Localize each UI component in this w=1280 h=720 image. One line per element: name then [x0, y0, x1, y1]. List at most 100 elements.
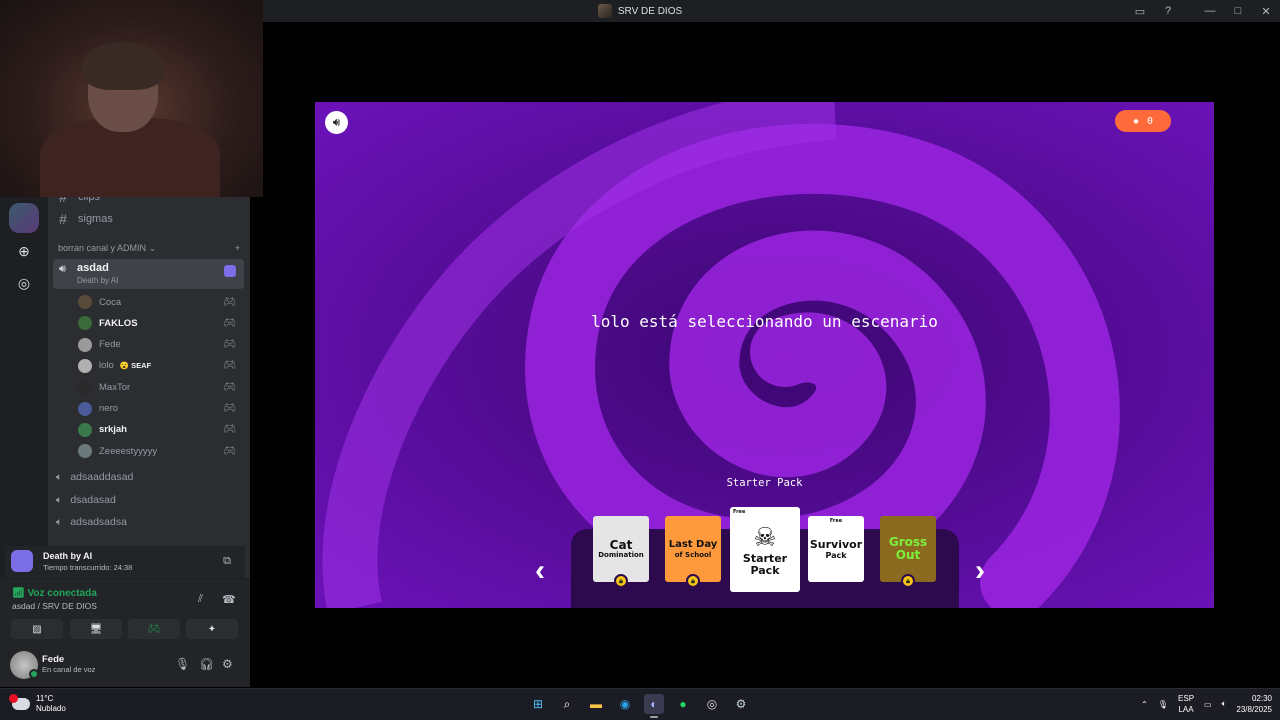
noise-suppression-icon[interactable]: ⫽ [198, 593, 203, 606]
microphone-icon[interactable]: 🎙︎ [1158, 700, 1168, 709]
edge-icon[interactable]: ◉ [615, 694, 635, 714]
voice-status-text: Voz conectada [27, 588, 97, 599]
pack-card-survivor-pack[interactable]: Free Survivor Pack [808, 516, 864, 582]
voice-location: asdad / SRV DE DIOS [12, 601, 97, 611]
channel-label: sigmas [78, 213, 113, 225]
gamepad-icon: 🎮︎ [223, 445, 236, 457]
gamepad-icon: 🎮︎ [223, 317, 236, 329]
sound-toggle-button[interactable]: 🔊︎ [325, 111, 348, 134]
skull-icon: ☠ [753, 522, 777, 553]
gamepad-icon: 🎮︎ [223, 360, 236, 372]
avatar [78, 316, 92, 331]
speaker-icon: 🔈︎ [56, 493, 63, 506]
channel-sigmas[interactable]: # sigmas [56, 209, 113, 229]
game-viewport: 🔊︎ ✹ 0 lolo está seleccionando un escena… [315, 102, 1214, 608]
voice-channel[interactable]: 🔈︎ adsadsadsa [56, 512, 127, 532]
chevron-right-icon[interactable]: › [975, 554, 985, 588]
popout-icon[interactable]: ⧉ [223, 555, 231, 568]
card-title: Last Day [668, 538, 718, 550]
voice-channel[interactable]: 🔈︎ adsaaddasad [56, 467, 133, 487]
window-controls: ▭ ? — □ ✕ [1126, 0, 1280, 22]
pack-card-starter-pack[interactable]: Free ☠ Starter Pack [730, 507, 800, 592]
language-indicator[interactable]: ESP LAA [1178, 693, 1194, 715]
chevron-down-icon: ⌄ [148, 243, 157, 253]
speaker-icon: 🔊︎ [59, 263, 66, 275]
gamepad-icon: 🎮︎ [223, 381, 236, 393]
voice-member[interactable]: MaxTor 🎮︎ [78, 377, 240, 397]
discord-icon[interactable]: ◐ [644, 694, 664, 718]
maximize-button[interactable]: □ [1224, 0, 1252, 22]
signal-icon: 📶︎ [12, 588, 25, 599]
volume-icon[interactable]: 🔈︎ [1222, 699, 1227, 709]
category-header[interactable]: borran canal y ADMIN ⌄ + [58, 243, 240, 254]
member-name: MaxTor [99, 381, 131, 393]
screen-share-button[interactable]: 🖥︎ [70, 619, 122, 639]
emoji-icon: 😮 [119, 361, 130, 371]
headphones-icon[interactable]: 🎧︎ [199, 657, 214, 671]
counter-value: 0 [1147, 115, 1154, 127]
user-name[interactable]: Fede [42, 654, 64, 665]
microphone-icon[interactable]: 🎙︎ [175, 657, 190, 671]
pack-card-cat-domination[interactable]: Cat Domination 🔒︎ [593, 516, 649, 588]
voice-member[interactable]: lolo 😮 SEAF 🎮︎ [78, 356, 240, 376]
taskbar-apps: ⊞ ⌕ ▬ ◉ ◐ ● ◎ ⚙ [528, 694, 751, 718]
inbox-icon[interactable]: ▭ [1126, 0, 1154, 22]
activity-button[interactable]: 🎮︎ [128, 619, 180, 639]
voice-connection-panel: 📶︎ Voz conectada asdad / SRV DE DIOS ⫽ ☎… [0, 578, 250, 645]
gear-icon[interactable]: ⚙ [222, 657, 233, 671]
network-icon[interactable]: ▭ [1204, 700, 1212, 709]
soundboard-button[interactable]: ✦ [186, 619, 238, 639]
notification-badge [9, 694, 18, 703]
activity-title: Death by AI [43, 551, 93, 561]
add-channel-icon[interactable]: + [235, 243, 240, 254]
windows-start-icon[interactable]: ⊞ [528, 694, 548, 714]
voice-member[interactable]: nero 🎮︎ [78, 399, 240, 419]
voice-member[interactable]: Fede 🎮︎ [78, 335, 240, 355]
help-icon[interactable]: ? [1154, 0, 1182, 22]
steam-icon[interactable]: ⚙ [731, 694, 751, 714]
search-icon[interactable]: ⌕ [557, 694, 577, 714]
close-button[interactable]: ✕ [1252, 0, 1280, 22]
screen: SRV DE DIOS ▭ ? — □ ✕ ⊕ ◎ # clips # sigm… [0, 0, 1280, 720]
gamepad-icon: 🎮︎ [223, 339, 236, 351]
voice-channel[interactable]: 🔈︎ dsadasad [56, 490, 116, 510]
cloud-icon [9, 694, 30, 710]
clock[interactable]: 02:30 23/8/2025 [1236, 693, 1272, 715]
disconnect-icon[interactable]: ☎ [222, 593, 236, 606]
voice-channel-asdad[interactable]: 🔊︎ asdad Death by AI [53, 259, 244, 289]
voice-member[interactable]: FAKLOS 🎮︎ [78, 313, 240, 333]
explore-icon[interactable]: ◎ [9, 268, 39, 298]
file-explorer-icon[interactable]: ▬ [586, 694, 606, 714]
user-status: En canal de voz [42, 665, 96, 674]
chevron-left-icon[interactable]: ‹ [535, 554, 545, 588]
voice-channel-label: adsadsadsa [70, 516, 127, 528]
card-subtitle: Out [895, 548, 921, 562]
clock-date: 23/8/2025 [1236, 705, 1272, 714]
player-counter-badge[interactable]: ✹ 0 [1115, 110, 1171, 132]
pack-card-gross-out[interactable]: Gross Out 🔒︎ [880, 516, 936, 588]
card-title: Survivor [809, 537, 863, 551]
camera-off-button[interactable]: ▨ [11, 619, 63, 639]
clock-time: 02:30 [1251, 694, 1272, 703]
avatar [78, 422, 92, 437]
weather-widget[interactable]: 11°C Nublado [9, 694, 66, 714]
chevron-up-icon[interactable]: ⌃ [1141, 700, 1148, 709]
activity-panel[interactable]: Death by AI Tiempo transcurrido: 24:38 ⧉ [5, 546, 245, 578]
spotify-icon[interactable]: ● [673, 694, 693, 714]
minimize-button[interactable]: — [1196, 0, 1224, 22]
card-title: Cat [609, 537, 633, 552]
pack-card-last-day-of-school[interactable]: Last Day of School 🔒︎ [665, 516, 721, 588]
gamepad-icon: 🎮︎ [223, 403, 236, 414]
taskbar: 11°C Nublado ⊞ ⌕ ▬ ◉ ◐ ● ◎ ⚙ ⌃ 🎙︎ ESP LA… [0, 688, 1280, 720]
selected-pack-label: Starter Pack [726, 477, 803, 489]
lock-icon: 🔒︎ [686, 574, 700, 588]
voice-member[interactable]: Zeeeestyyyyy 🎮︎ [78, 441, 240, 461]
voice-member[interactable]: srkjah 🎮︎ [78, 420, 240, 440]
member-tag: 😮 SEAF [120, 361, 151, 370]
add-server-icon[interactable]: ⊕ [9, 236, 39, 266]
server-icon-srv-de-dios[interactable] [9, 203, 39, 233]
voice-member[interactable]: Coca 🎮︎ [78, 292, 240, 312]
member-tag-text: SEAF [131, 361, 152, 371]
obs-icon[interactable]: ◎ [702, 694, 722, 714]
window-title: SRV DE DIOS [597, 4, 682, 18]
